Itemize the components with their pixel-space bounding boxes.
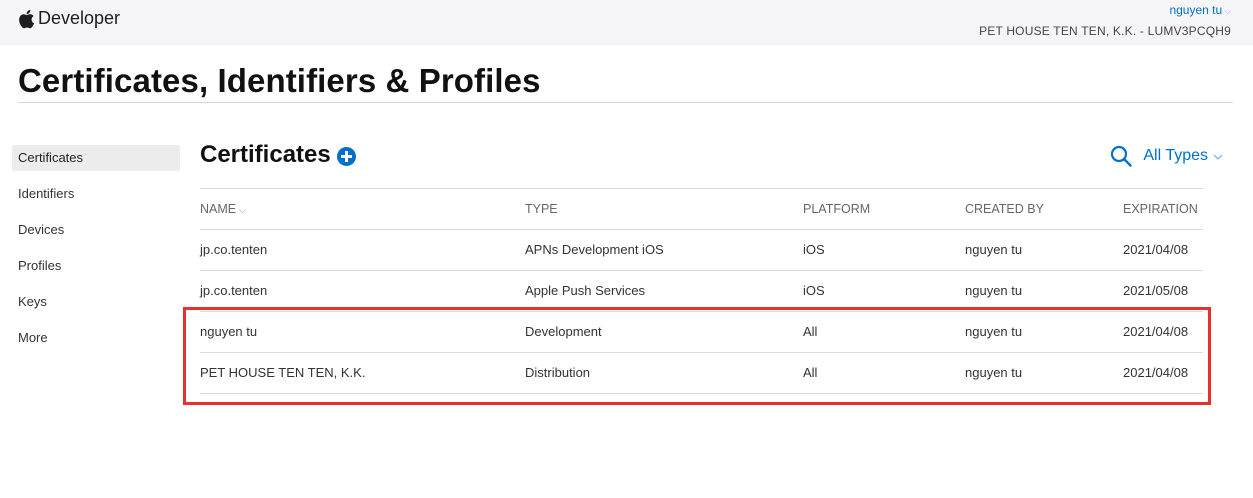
sidebar-item-more[interactable]: More — [12, 325, 180, 351]
filter-bar: All Types — [1110, 145, 1223, 167]
column-header-type: TYPE — [525, 202, 558, 216]
cell-platform: All — [803, 324, 818, 339]
chevron-down-icon: ⌵ — [1224, 6, 1231, 16]
user-menu[interactable]: nguyen tu ⌵ — [979, 3, 1231, 18]
sort-chevron-icon: ⌵ — [239, 205, 246, 215]
title-divider — [18, 102, 1233, 103]
table-row[interactable]: PET HOUSE TEN TEN, K.K. Distribution All… — [200, 353, 1203, 394]
cell-expiration: 2021/04/08 — [1123, 324, 1189, 339]
column-header-expiration: EXPIRATION — [1123, 202, 1198, 216]
table-header-row: NAME ⌵ TYPE PLATFORM CREATED BY EXPIRATIO… — [200, 189, 1203, 230]
table-row[interactable]: jp.co.tenten APNs Development iOS iOS ng… — [200, 230, 1203, 271]
user-name: nguyen tu — [1169, 3, 1223, 17]
sidebar-item-devices[interactable]: Devices — [12, 217, 180, 243]
cell-platform: All — [803, 365, 818, 380]
add-certificate-button[interactable] — [336, 146, 356, 166]
section-header: Certificates — [200, 141, 356, 169]
column-header-label: NAME — [200, 202, 237, 216]
cell-expiration: 2021/04/08 — [1123, 365, 1189, 380]
cell-name: jp.co.tenten — [200, 283, 268, 298]
cell-created-by: nguyen tu — [965, 283, 1023, 298]
sidebar-item-certificates[interactable]: Certificates — [12, 145, 180, 171]
sidebar: Certificates Identifiers Devices Profile… — [12, 145, 180, 361]
cell-name: nguyen tu — [200, 324, 258, 339]
cell-platform: iOS — [803, 283, 825, 298]
chevron-down-icon — [1213, 154, 1223, 160]
table-row[interactable]: jp.co.tenten Apple Push Services iOS ngu… — [200, 271, 1203, 312]
sidebar-item-keys[interactable]: Keys — [12, 289, 180, 315]
cell-created-by: nguyen tu — [965, 324, 1023, 339]
certificates-table: NAME ⌵ TYPE PLATFORM CREATED BY EXPIRATIO… — [200, 188, 1203, 394]
account-menu: nguyen tu ⌵ PET HOUSE TEN TEN, K.K. - LUM… — [979, 3, 1231, 38]
cell-name: jp.co.tenten — [200, 242, 268, 257]
cell-type: Development — [525, 324, 602, 339]
column-header-name[interactable]: NAME ⌵ — [200, 189, 246, 230]
team-name: PET HOUSE TEN TEN, K.K. - LUMV3PCQH9 — [979, 24, 1231, 38]
cell-type: Distribution — [525, 365, 591, 380]
brand-label: Developer — [38, 8, 121, 28]
global-nav: Developer nguyen tu ⌵ PET HOUSE TEN TEN, … — [0, 0, 1253, 45]
cell-expiration: 2021/04/08 — [1123, 242, 1189, 257]
sidebar-item-profiles[interactable]: Profiles — [12, 253, 180, 279]
cell-platform: iOS — [803, 242, 825, 257]
search-icon[interactable] — [1110, 145, 1133, 167]
cell-type: Apple Push Services — [525, 283, 645, 298]
type-filter-dropdown[interactable]: All Types — [1143, 147, 1208, 165]
cell-expiration: 2021/05/08 — [1123, 283, 1189, 298]
apple-icon — [19, 9, 35, 28]
cell-created-by: nguyen tu — [965, 365, 1023, 380]
column-header-created-by: CREATED BY — [965, 202, 1044, 216]
table-row[interactable]: nguyen tu Development All nguyen tu 2021… — [200, 312, 1203, 353]
sidebar-item-identifiers[interactable]: Identifiers — [12, 181, 180, 207]
cell-name: PET HOUSE TEN TEN, K.K. — [200, 365, 366, 380]
column-header-platform: PLATFORM — [803, 202, 871, 216]
cell-created-by: nguyen tu — [965, 242, 1023, 257]
cell-type: APNs Development iOS — [525, 242, 664, 257]
section-title: Certificates — [200, 141, 331, 168]
developer-logo[interactable]: Developer — [18, 8, 120, 29]
page-title: Certificates, Identifiers & Profiles — [18, 62, 541, 99]
